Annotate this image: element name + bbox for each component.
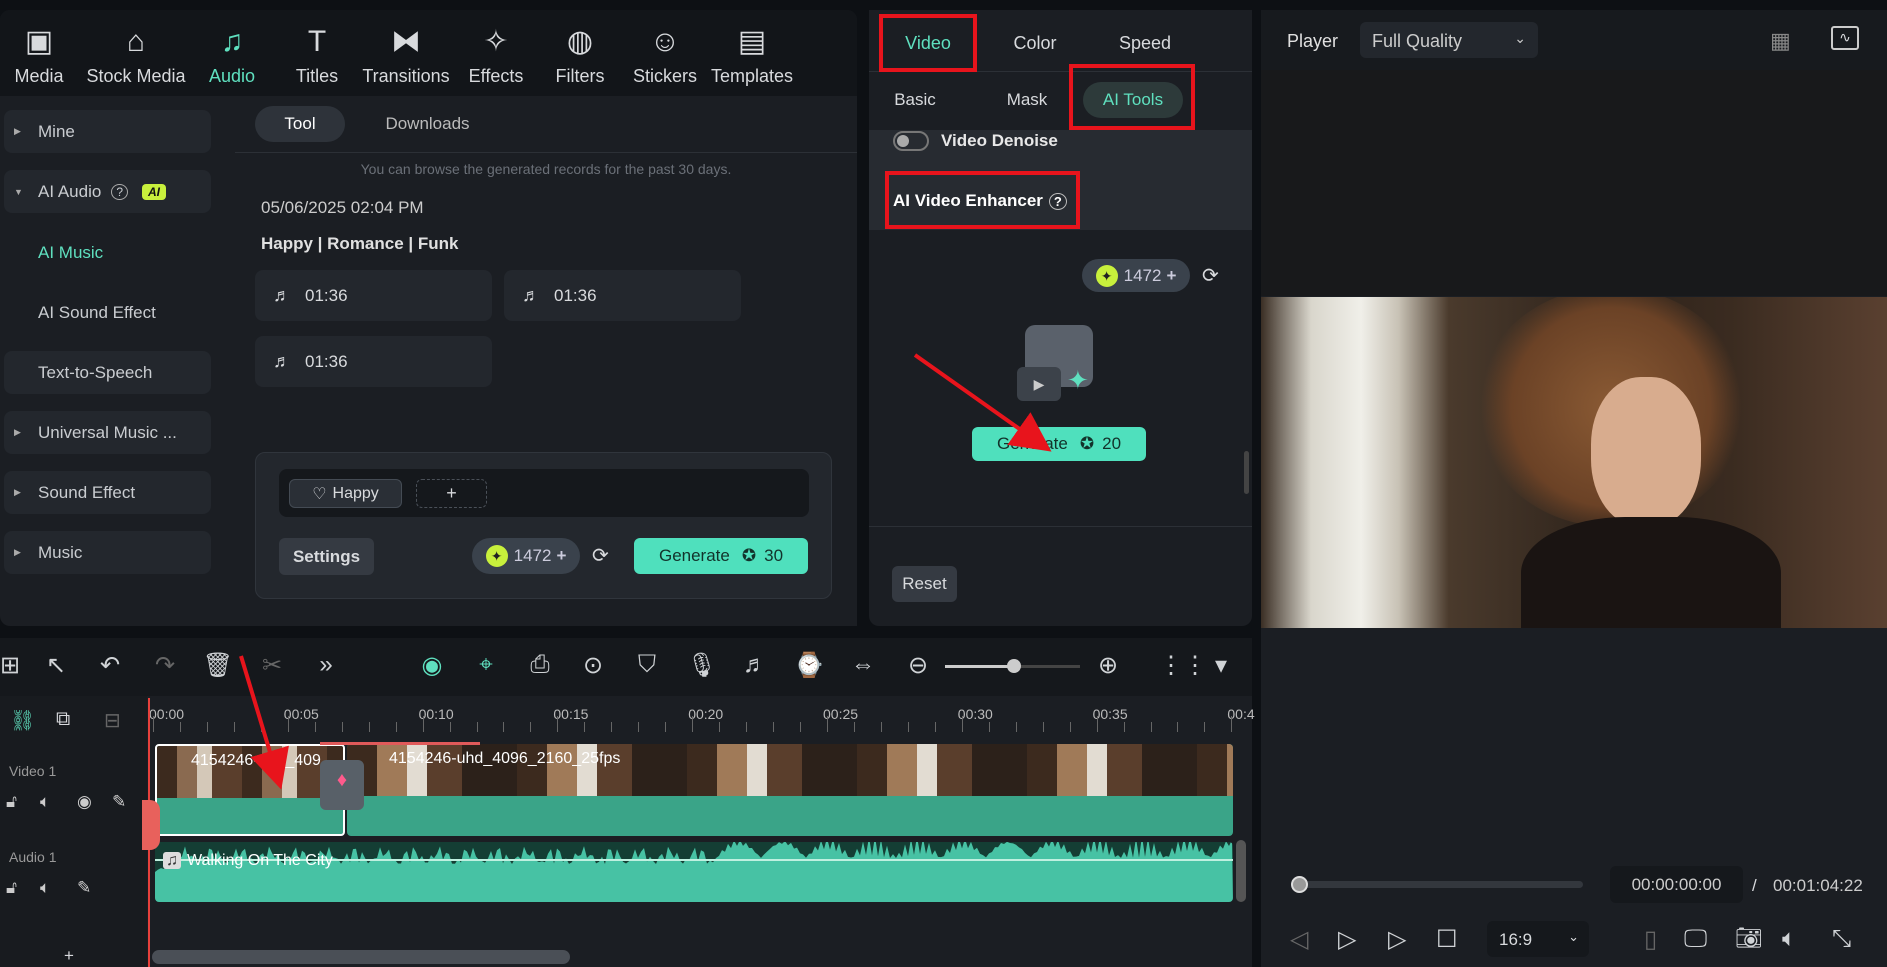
- arrow-to-generate: [913, 353, 1052, 452]
- annotation-arrows: [239, 353, 1052, 790]
- arrow-to-clip: [239, 655, 289, 790]
